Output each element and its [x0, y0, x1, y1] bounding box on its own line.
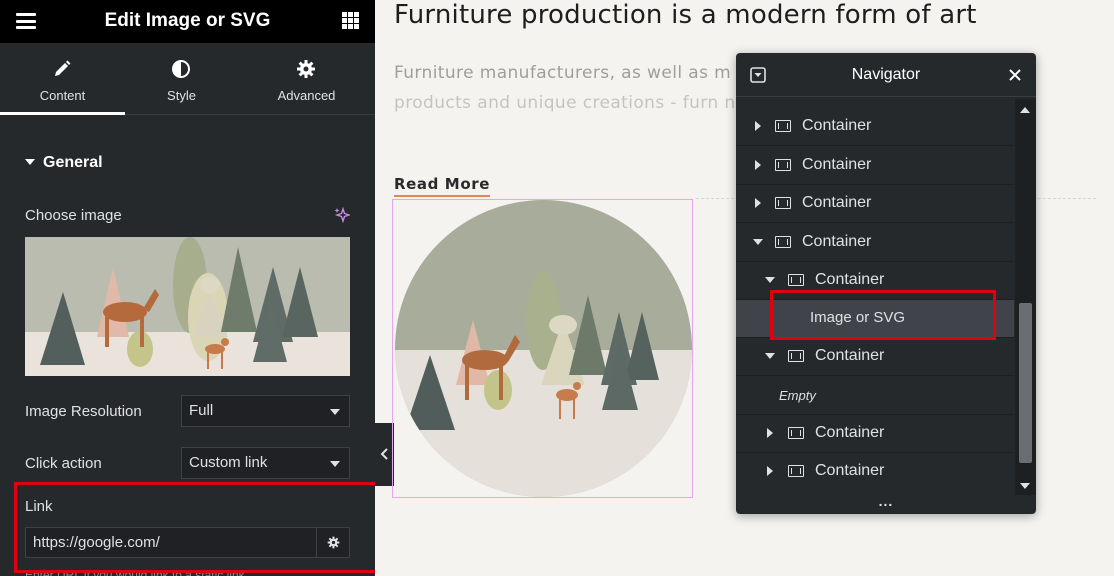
- caret-right-icon[interactable]: [755, 121, 761, 131]
- navigator-panel: Navigator Container Container Container …: [736, 53, 1036, 514]
- container-icon: [775, 236, 791, 248]
- container-icon: [788, 427, 804, 439]
- nav-item-container[interactable]: Container: [736, 338, 1014, 376]
- navigator-scrollbar[interactable]: [1015, 99, 1036, 495]
- image-preview[interactable]: [25, 237, 350, 376]
- circular-image: [395, 200, 692, 497]
- section-title: General: [43, 154, 103, 171]
- nav-item-empty: Empty: [736, 377, 1014, 415]
- nav-item-container[interactable]: Container: [736, 453, 1014, 489]
- deer-forest-image: [25, 237, 350, 376]
- panel-header: Edit Image or SVG: [0, 0, 375, 43]
- widgets-grid-icon[interactable]: [342, 12, 359, 29]
- pencil-icon: [55, 60, 71, 76]
- empty-label: Empty: [779, 388, 816, 403]
- image-resolution-value: Full: [189, 402, 214, 419]
- scroll-up-icon[interactable]: [1020, 107, 1030, 113]
- panel-title: Edit Image or SVG: [104, 10, 271, 31]
- caret-right-icon[interactable]: [767, 466, 773, 476]
- nav-item-container[interactable]: Container: [736, 415, 1014, 453]
- selected-item-highlight-box: [770, 290, 996, 340]
- close-icon[interactable]: [1008, 68, 1022, 82]
- half-circle-icon: [172, 60, 190, 78]
- section-general-toggle[interactable]: General: [25, 154, 103, 172]
- caret-down-icon[interactable]: [765, 353, 775, 359]
- nav-item-label: Container: [815, 347, 885, 364]
- chevron-down-icon: [330, 461, 340, 467]
- choose-image-label: Choose image: [25, 207, 122, 224]
- gear-icon: [297, 60, 315, 78]
- nav-item-label: Container: [802, 117, 872, 134]
- click-action-label: Click action: [25, 455, 102, 472]
- navigator-title: Navigator: [851, 66, 921, 83]
- click-action-value: Custom link: [189, 454, 268, 471]
- tab-advanced-label: Advanced: [277, 88, 336, 103]
- caret-right-icon[interactable]: [755, 160, 761, 170]
- nav-item-label: Container: [802, 194, 872, 211]
- editor-panel: Edit Image or SVG Content Style Advanced…: [0, 0, 375, 576]
- deer-forest-photo: [395, 200, 692, 497]
- caret-right-icon[interactable]: [767, 428, 773, 438]
- nav-item-label: Container: [815, 424, 885, 441]
- nav-item-container[interactable]: Container: [736, 108, 1014, 146]
- caret-down-icon: [25, 159, 35, 165]
- tab-content[interactable]: Content: [0, 43, 125, 115]
- ai-sparkle-icon[interactable]: [334, 207, 350, 223]
- nav-item-label: Container: [802, 233, 872, 250]
- tab-advanced[interactable]: Advanced: [244, 43, 369, 115]
- container-icon: [788, 274, 804, 286]
- scroll-down-icon[interactable]: [1020, 483, 1030, 489]
- container-icon: [788, 465, 804, 477]
- chevron-down-icon: [330, 409, 340, 415]
- caret-down-icon[interactable]: [765, 277, 775, 283]
- caret-right-icon[interactable]: [755, 198, 761, 208]
- click-action-select[interactable]: Custom link: [181, 447, 350, 479]
- nav-item-container[interactable]: Container: [736, 224, 1014, 262]
- nav-item-label: Container: [815, 462, 885, 479]
- container-icon: [775, 159, 791, 171]
- image-resolution-label: Image Resolution: [25, 403, 142, 420]
- caret-down-icon[interactable]: [753, 239, 763, 245]
- tab-content-label: Content: [39, 88, 86, 103]
- tab-style[interactable]: Style: [119, 43, 244, 115]
- panel-tabs: Content Style Advanced: [0, 43, 375, 115]
- link-highlight-box: [14, 482, 375, 573]
- image-widget[interactable]: [392, 199, 693, 498]
- image-resolution-select[interactable]: Full: [181, 395, 350, 427]
- scrollbar-thumb[interactable]: [1019, 303, 1032, 463]
- tab-style-label: Style: [167, 88, 196, 103]
- page-heading: Furniture production is a modern form of…: [394, 0, 977, 30]
- nav-item-label: Container: [802, 156, 872, 173]
- navigator-header[interactable]: Navigator: [736, 53, 1036, 97]
- nav-item-label: Container: [815, 271, 885, 288]
- read-more-link[interactable]: Read More: [394, 175, 491, 197]
- container-icon: [775, 197, 791, 209]
- chevron-left-icon: [380, 448, 388, 460]
- navigator-resize-handle[interactable]: ...: [736, 494, 1036, 514]
- nav-item-container[interactable]: Container: [736, 147, 1014, 185]
- nav-item-container[interactable]: Container: [736, 185, 1014, 223]
- container-icon: [788, 350, 804, 362]
- container-icon: [775, 120, 791, 132]
